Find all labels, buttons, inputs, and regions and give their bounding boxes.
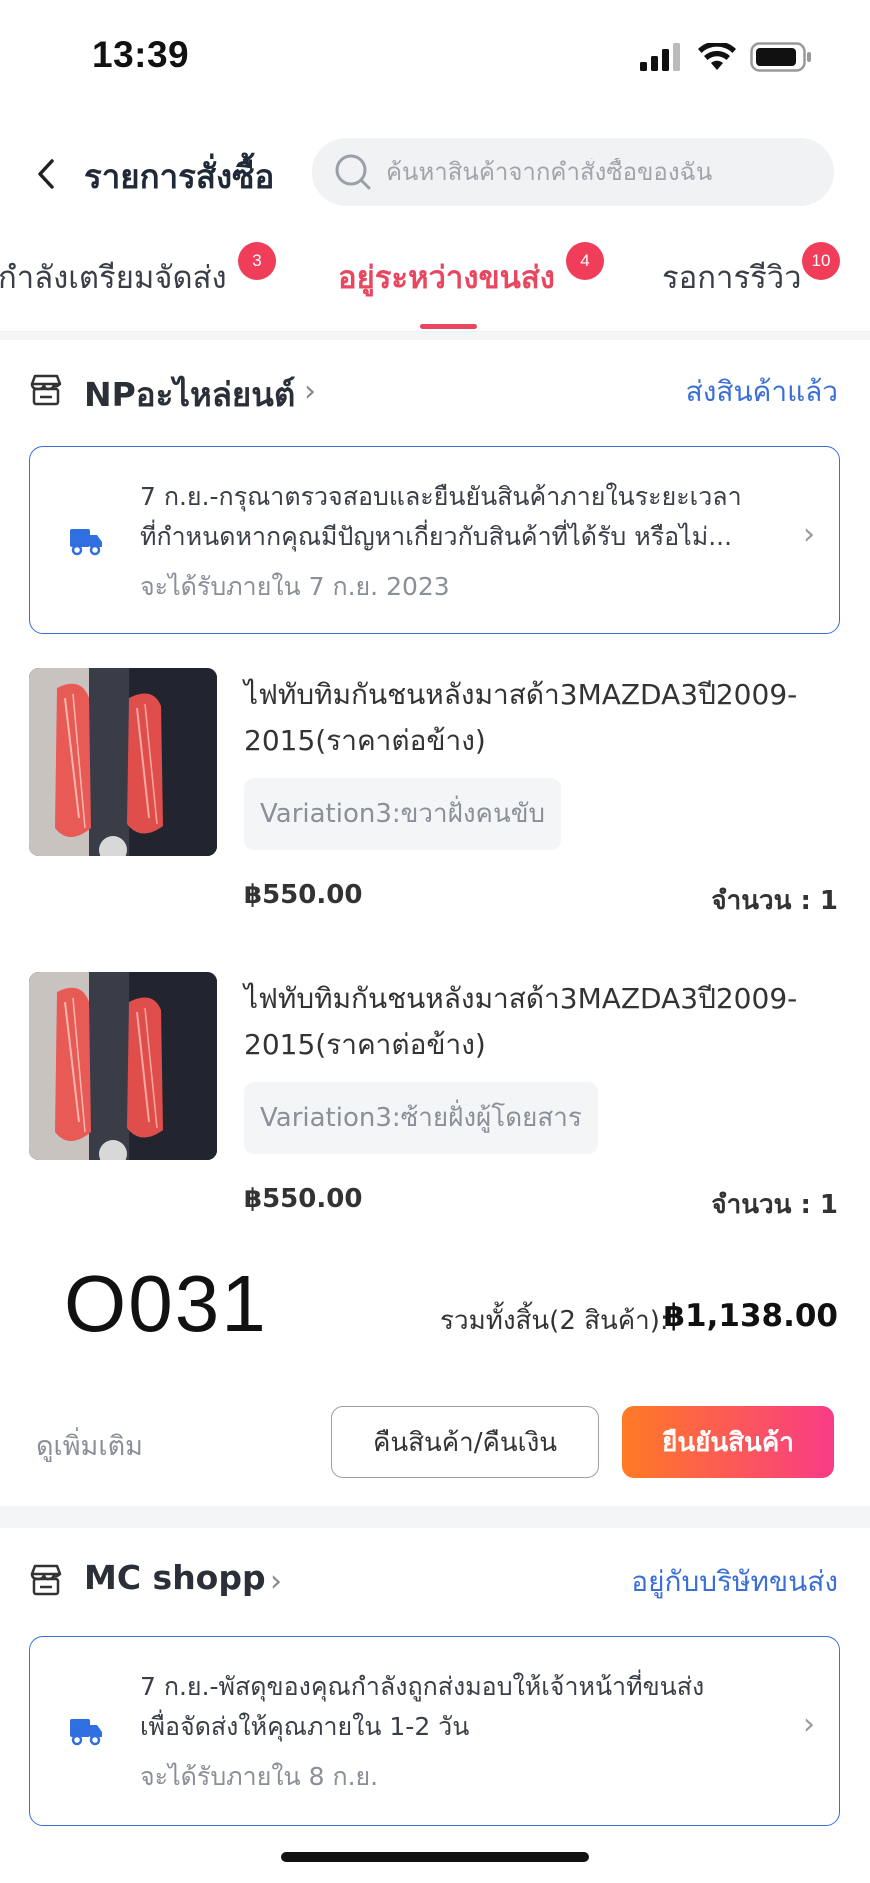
status-time: 13:39 [92,34,190,75]
order-status-tabs: กำลังเตรียมจัดส่ง 3 อยู่ระหว่างขนส่ง 4 ร… [0,236,870,332]
chevron-right-icon: › [270,1564,282,1599]
product-price: ฿550.00 [244,1184,363,1214]
tracking-message-line1: 7 ก.ย.-กรุณาตรวจสอบและยืนยันสินค้าภายในร… [140,482,742,511]
active-tab-indicator [420,324,477,329]
tab-badge: 10 [802,242,840,280]
battery-icon [750,42,811,72]
header: รายการสั่งซื้อ [0,138,870,208]
product-name: ไฟทับทิมกันชนหลังมาสด้า3MAZDA3ปี2009-201… [244,982,798,1061]
order-total-label: รวมทั้งสิ้น(2 สินค้า): [440,1306,669,1336]
tail-light-image [29,972,217,1160]
shipping-status[interactable]: อยู่กับบริษัทขนส่ง [631,1560,838,1604]
estimated-delivery: จะได้รับภายใน 7 ก.ย. 2023 [140,572,450,601]
return-refund-button[interactable]: คืนสินค้า/คืนเงิน [331,1406,599,1478]
chevron-right-icon: › [803,517,815,552]
back-button[interactable] [28,154,64,194]
search-bar[interactable] [312,138,834,206]
order-total-value: ฿1,138.00 [663,1298,838,1334]
product-quantity: จำนวน : 1 [711,1190,838,1220]
tab-label: อยู่ระหว่างขนส่ง [338,260,555,296]
product-variation: Variation3:ซ้ายฝั่งผู้โดยสาร [244,1082,598,1154]
tab-badge: 4 [566,242,604,280]
shop-header[interactable]: MC shopp › อยู่กับบริษัทขนส่ง [0,1552,870,1612]
product-price: ฿550.00 [244,880,363,910]
tracking-message-line2: เพื่อจัดส่งให้คุณภายใน 1-2 วัน [140,1712,470,1741]
tracking-card[interactable]: 7 ก.ย.-พัสดุของคุณกำลังถูกส่งมอบให้เจ้าห… [29,1636,840,1826]
order-item[interactable]: ไฟทับทิมกันชนหลังมาสด้า3MAZDA3ปี2009-201… [0,972,870,1252]
shipping-status[interactable]: ส่งสินค้าแล้ว [686,370,838,414]
tab-to-review[interactable]: รอการรีวิว [662,252,802,302]
product-quantity: จำนวน : 1 [711,886,838,916]
product-variation: Variation3:ขวาฝั่งคนขับ [244,778,561,850]
tracking-message-line2: ที่กำหนดหากคุณมีปัญหาเกี่ยวกับสินค้าที่ไ… [140,522,733,551]
chevron-right-icon: › [304,374,316,409]
status-bar: 13:39 [0,0,870,110]
tail-light-image [29,668,217,856]
page-title: รายการสั่งซื้อ [84,157,275,196]
delivery-truck-icon [70,529,102,556]
chevron-left-icon [38,159,54,189]
store-icon [30,374,62,406]
delivery-truck-icon [70,1719,102,1746]
order-item[interactable]: ไฟทับทิมกันชนหลังมาสด้า3MAZDA3ปี2009-201… [0,668,870,948]
tracking-message-line1: 7 ก.ย.-พัสดุของคุณกำลังถูกส่งมอบให้เจ้าห… [140,1672,705,1701]
tab-in-transit[interactable]: อยู่ระหว่างขนส่ง [338,252,555,302]
status-icons [640,42,812,72]
section-divider [0,332,870,340]
cellular-signal-icon [640,43,680,71]
product-image[interactable] [29,972,217,1160]
confirm-received-button[interactable]: ยืนยันสินค้า [622,1406,834,1478]
store-icon [30,1564,62,1596]
estimated-delivery: จะได้รับภายใน 8 ก.ย. [140,1762,379,1791]
search-input[interactable] [386,158,816,186]
shop-header[interactable]: NPอะไหล่ยนต์ › ส่งสินค้าแล้ว [0,362,870,422]
see-more-link[interactable]: ดูเพิ่มเติม [36,1424,143,1467]
tab-label: กำลังเตรียมจัดส่ง [0,260,227,296]
order-code: O031 [64,1259,268,1348]
search-icon [335,154,371,190]
chevron-right-icon: › [803,1707,815,1742]
section-divider [0,1506,870,1528]
product-image[interactable] [29,668,217,856]
product-name: ไฟทับทิมกันชนหลังมาสด้า3MAZDA3ปี2009-201… [244,678,798,757]
shop-name: MC shopp [84,1558,266,1597]
tracking-card[interactable]: 7 ก.ย.-กรุณาตรวจสอบและยืนยันสินค้าภายในร… [29,446,840,634]
tab-badge: 3 [238,242,276,280]
shop-name: NPอะไหล่ยนต์ [84,375,296,414]
tab-preparing[interactable]: กำลังเตรียมจัดส่ง [0,252,227,302]
tab-label: รอการรีวิว [662,260,802,296]
home-indicator[interactable] [281,1852,589,1862]
wifi-icon [698,43,736,70]
